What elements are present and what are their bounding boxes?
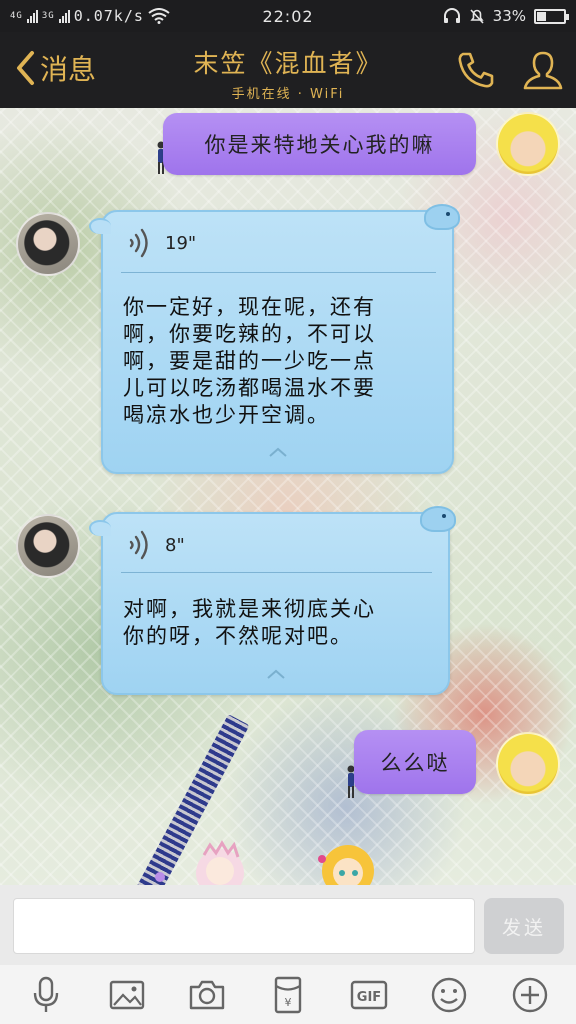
transcript-line: 你的呀，不然呢对吧。 <box>123 624 353 648</box>
voice-duration: 19" <box>165 232 197 254</box>
send-button[interactable]: 发送 <box>484 898 564 954</box>
transcript-line: 对啊，我就是来彻底关心 <box>123 597 376 621</box>
transcript-line: 啊，要是甜的一少吃一点 <box>123 349 376 373</box>
profile-icon[interactable] <box>521 48 565 92</box>
wifi-icon <box>148 8 170 24</box>
status-bar: 4G 3G 0.07k/s 22:02 33% <box>0 0 576 32</box>
message-text: 你是来特地关心我的嘛 <box>204 133 435 157</box>
voice-input-button[interactable] <box>24 973 68 1017</box>
transcript-line: 啊，你要吃辣的，不可以 <box>123 322 376 346</box>
camera-icon <box>190 980 225 1009</box>
voice-divider <box>121 272 436 273</box>
contact-avatar[interactable] <box>16 514 80 578</box>
sticker-decoration-icon <box>155 840 374 885</box>
emoji-icon <box>431 977 467 1012</box>
sent-message[interactable]: 你是来特地关心我的嘛 <box>163 113 476 175</box>
mic-icon <box>34 976 59 1012</box>
signal-icon-2 <box>58 9 70 23</box>
transcript-line: 儿可以吃汤都喝温水不要 <box>123 376 376 400</box>
message-text: 么么哒 <box>380 751 450 775</box>
network-type-2: 3G <box>41 11 55 21</box>
voice-transcript: 你一定好，现在呢，还有 啊，你要吃辣的，不可以 啊，要是甜的一少吃一点 儿可以吃… <box>123 294 424 429</box>
chat-area[interactable]: 你是来特地关心我的嘛 19" 你一定好，现在呢，还有 啊，你要吃辣的，不可以 啊… <box>0 108 576 885</box>
network-type-1: 4G <box>10 11 23 21</box>
battery-percent: 33% <box>492 7 526 25</box>
voice-duration: 8" <box>165 534 185 556</box>
battery-icon <box>534 8 569 24</box>
more-button[interactable] <box>508 973 552 1017</box>
gif-button[interactable]: GIF <box>347 973 391 1017</box>
voice-play-row[interactable]: 19" <box>125 226 196 260</box>
whale-decoration-icon <box>424 204 460 230</box>
gif-icon: GIF <box>350 980 387 1009</box>
status-right: 33% <box>443 7 569 25</box>
gif-label: GIF <box>356 990 380 1005</box>
my-avatar[interactable] <box>496 732 560 796</box>
emoji-button[interactable] <box>427 973 471 1017</box>
title-bar: 消息 末笠《混血者》 手机在线 · WiFi <box>0 32 576 108</box>
transcript-line: 你一定好，现在呢，还有 <box>123 295 376 319</box>
phone-icon[interactable] <box>454 48 498 92</box>
voice-divider <box>121 572 432 573</box>
my-avatar[interactable] <box>496 112 560 176</box>
voice-wave-icon <box>129 530 148 560</box>
camera-button[interactable] <box>185 973 229 1017</box>
voice-wave-icon <box>129 228 148 258</box>
message-input[interactable] <box>13 898 475 954</box>
svg-text:¥: ¥ <box>284 996 291 1009</box>
image-button[interactable] <box>105 973 149 1017</box>
contact-avatar[interactable] <box>16 212 80 276</box>
red-packet-button[interactable]: ¥ <box>266 973 310 1017</box>
network-speed: 0.07k/s <box>73 7 144 25</box>
red-packet-icon: ¥ <box>274 976 302 1013</box>
plus-icon <box>512 977 547 1012</box>
mute-bell-icon <box>470 9 484 24</box>
image-icon <box>109 980 145 1009</box>
status-left: 4G 3G 0.07k/s <box>10 7 170 25</box>
signal-icon <box>26 9 38 23</box>
chevron-up-icon[interactable] <box>268 446 288 458</box>
voice-transcript: 对啊，我就是来彻底关心 你的呀，不然呢对吧。 <box>123 596 420 650</box>
chevron-up-icon[interactable] <box>266 668 286 680</box>
headset-icon <box>443 8 460 23</box>
transcript-line: 喝凉水也少开空调。 <box>123 403 330 427</box>
input-area: 发送 <box>0 885 576 965</box>
whale-decoration-icon <box>420 506 456 532</box>
chat-toolbar: ¥ GIF <box>0 965 576 1024</box>
sent-message[interactable]: 么么哒 <box>354 730 476 794</box>
voice-message[interactable]: 8" 对啊，我就是来彻底关心 你的呀，不然呢对吧。 <box>89 506 456 695</box>
voice-play-row[interactable]: 8" <box>125 528 185 562</box>
voice-message[interactable]: 19" 你一定好，现在呢，还有 啊，你要吃辣的，不可以 啊，要是甜的一少吃一点 … <box>89 204 460 474</box>
